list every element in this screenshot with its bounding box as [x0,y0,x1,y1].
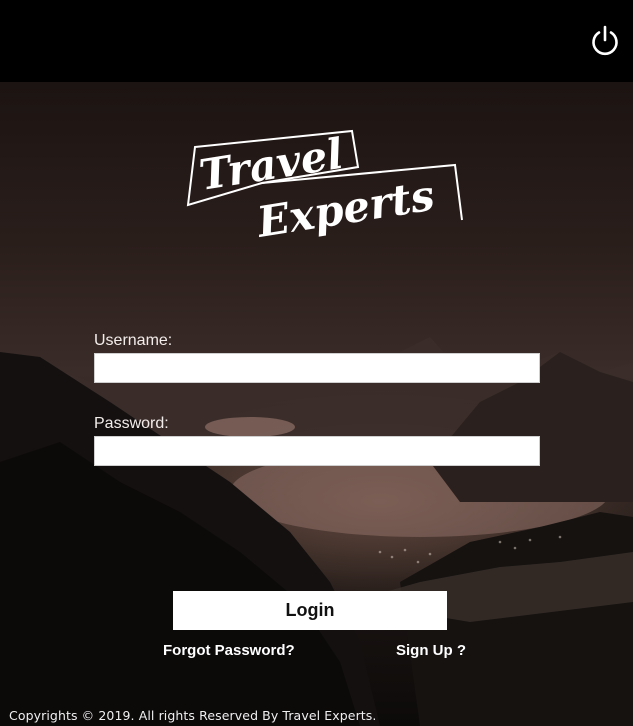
power-icon[interactable] [588,24,622,58]
login-button[interactable]: Login [173,591,447,630]
travel-experts-logo: Travel Experts [186,129,463,247]
username-label: Username: [94,332,173,349]
password-label: Password: [94,415,169,432]
sign-up-link[interactable]: Sign Up ? [396,642,466,659]
footer-copyright: Copyrights © 2019. All rights Reserved B… [9,708,377,723]
password-input[interactable] [94,436,540,466]
username-input[interactable] [94,353,540,383]
top-bar [0,0,633,82]
forgot-password-link[interactable]: Forgot Password? [163,642,295,659]
